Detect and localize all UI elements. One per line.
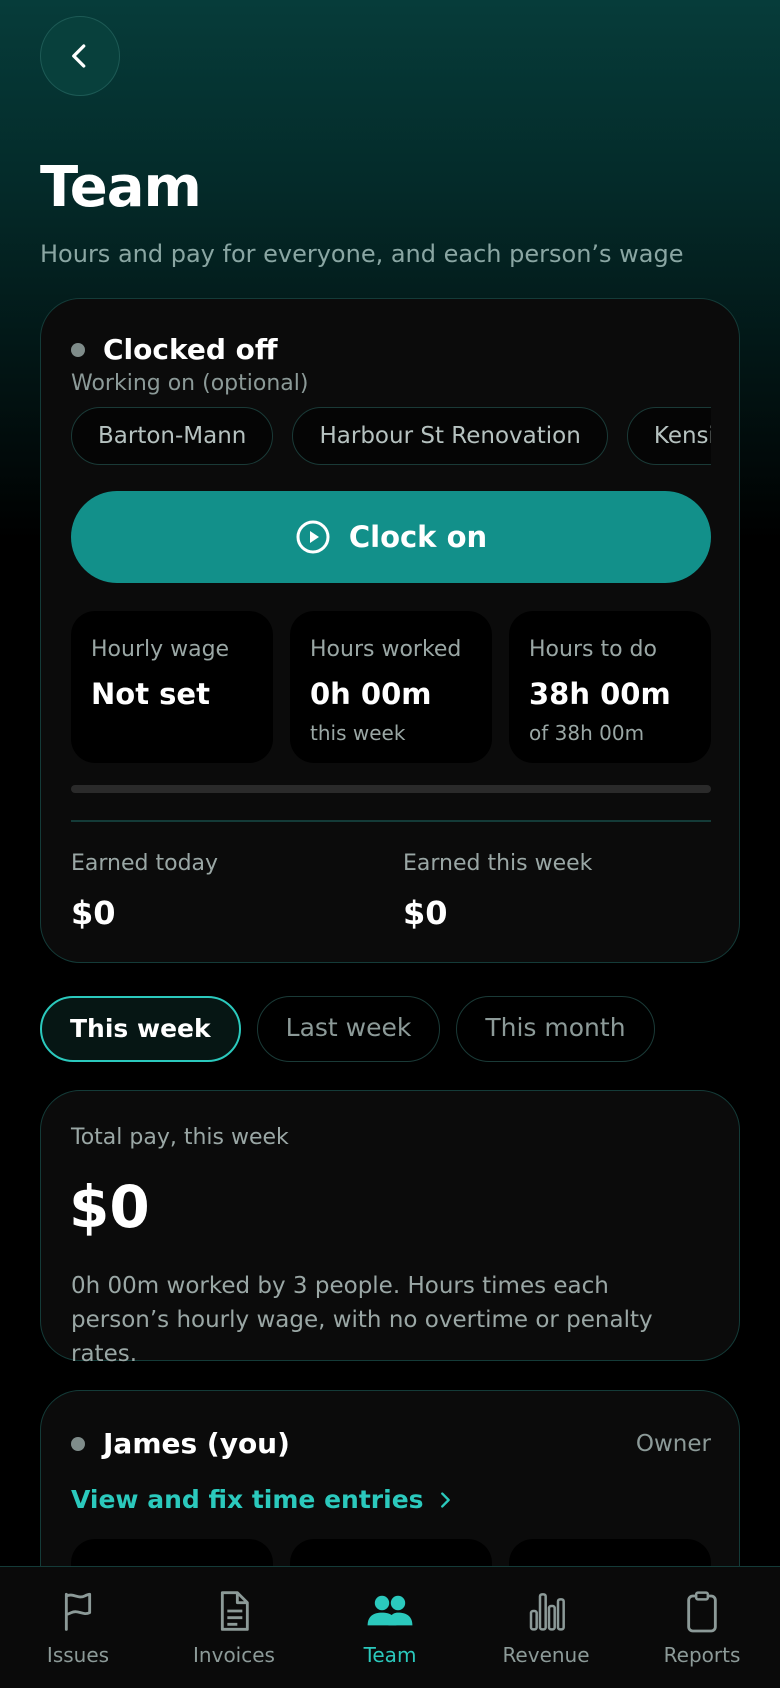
working-on-label: Working on (optional) [71,371,309,396]
tab-this-week[interactable]: This week [40,996,241,1062]
stat-hourly-wage: Hourly wage Not set [71,611,273,763]
nav-label: Team [363,1643,417,1667]
status-text: Clocked off [103,333,278,366]
bar-chart-icon [529,1593,565,1631]
hours-progress-bar [71,785,711,793]
clock-on-button[interactable]: Clock on [71,491,711,583]
play-circle-icon [296,520,330,554]
period-tabs: This week Last week This month [40,996,671,1062]
earned-today-value: $0 [71,894,116,932]
nav-invoices[interactable]: Invoices [156,1567,312,1688]
stat-value: 38h 00m [529,677,671,711]
page-title: Team [40,155,202,220]
clipboard-icon [687,1591,717,1633]
divider [71,820,711,822]
job-chip[interactable]: Barton-Mann [71,407,274,465]
job-chip[interactable]: Kensington [626,407,711,465]
view-time-entries-label: View and fix time entries [71,1485,424,1514]
stat-hours-worked: Hours worked 0h 00m this week [290,611,492,763]
tab-last-week[interactable]: Last week [256,996,441,1062]
status-dot [71,342,85,357]
view-time-entries-link[interactable]: View and fix time entries [71,1485,456,1514]
clock-card: Clocked off Working on (optional) Barton… [40,298,740,963]
nav-label: Reports [663,1643,741,1667]
earned-today-label: Earned today [71,851,219,876]
stat-label: Hours to do [529,637,657,662]
job-chip[interactable]: Harbour St Renovation [292,407,608,465]
earned-week-value: $0 [403,894,448,932]
job-chips: Barton-Mann Harbour St Renovation Kensin… [71,407,711,467]
total-pay-card: Total pay, this week $0 0h 00m worked by… [40,1090,740,1367]
stat-hours-to-do: Hours to do 38h 00m of 38h 00m [509,611,711,763]
nav-team[interactable]: Team [312,1567,468,1688]
total-pay-label: Total pay, this week [71,1125,289,1150]
earned-today: Earned today $0 [71,851,218,932]
clock-status: Clocked off [71,333,278,366]
stat-value: Not set [91,677,210,711]
total-pay-amount: $0 [69,1173,150,1241]
document-icon [220,1591,249,1631]
total-pay-description: 0h 00m worked by 3 people. Hours times e… [71,1273,653,1367]
stat-sub: of 38h 00m [529,721,645,745]
member-role: Owner [635,1431,711,1457]
member-name: James (you) [103,1427,290,1460]
flag-icon [64,1592,92,1631]
bottom-nav: Issues Invoices Team Revenue Reports [0,1566,780,1688]
page-subtitle: Hours and pay for everyone, and each per… [40,240,684,268]
stat-label: Hours worked [310,637,462,662]
status-dot [71,1436,85,1451]
stat-sub: this week [310,721,406,745]
nav-reports[interactable]: Reports [624,1567,780,1688]
back-button[interactable] [40,16,120,96]
stat-value: 0h 00m [310,677,432,711]
chevron-right-icon [440,1491,450,1508]
nav-label: Issues [46,1643,110,1667]
earned-week-label: Earned this week [403,851,593,876]
nav-label: Invoices [193,1643,275,1667]
clock-on-label: Clock on [348,520,488,554]
nav-revenue[interactable]: Revenue [468,1567,624,1688]
nav-issues[interactable]: Issues [0,1567,156,1688]
earned-week: Earned this week $0 [403,851,592,932]
tab-this-month[interactable]: This month [456,996,655,1062]
stat-label: Hourly wage [91,637,230,662]
nav-label: Revenue [502,1643,590,1667]
chevron-left-icon [72,44,86,68]
member-header: James (you) [71,1427,290,1460]
people-icon [367,1595,413,1626]
